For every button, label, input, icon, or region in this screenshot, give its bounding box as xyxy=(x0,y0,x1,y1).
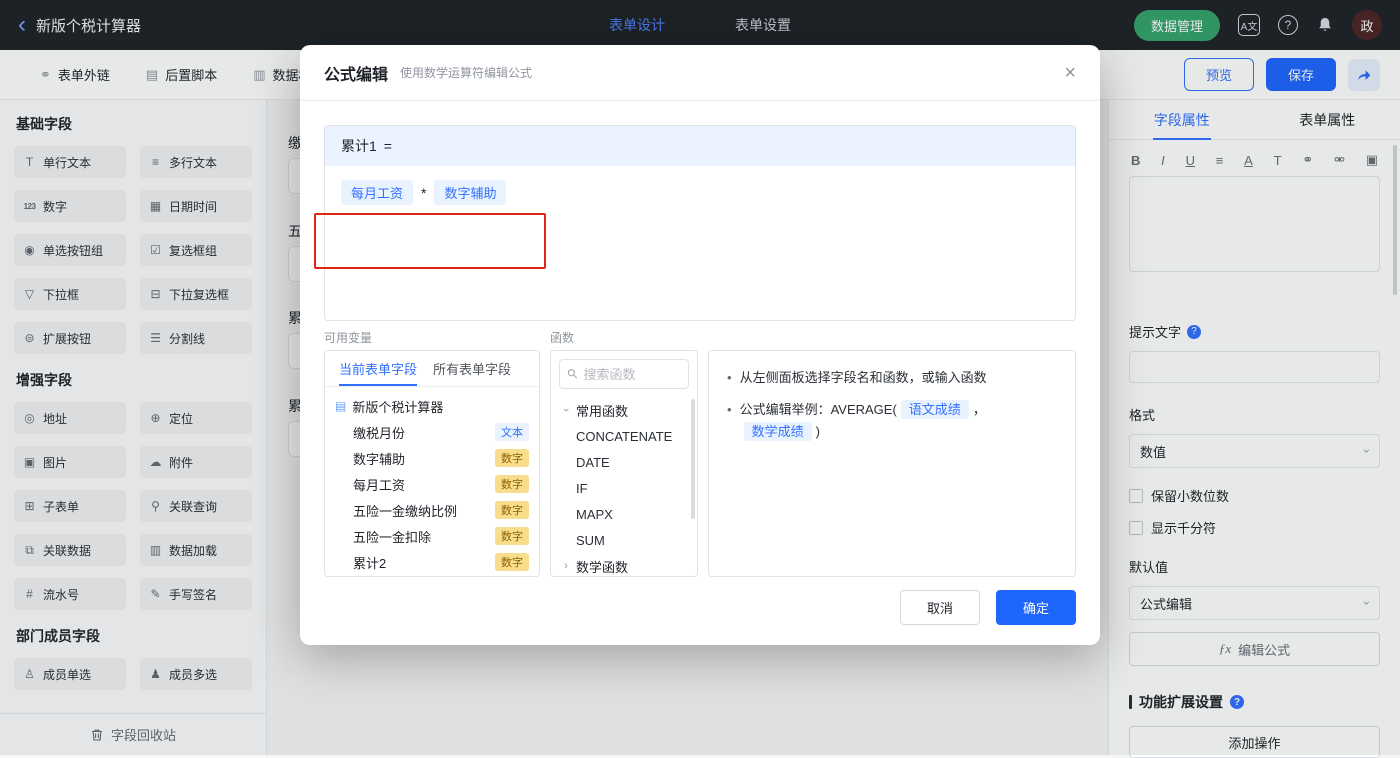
formula-equals: = xyxy=(384,138,392,154)
function-item-concatenate[interactable]: CONCATENATE xyxy=(551,423,697,449)
field-type-badge: 数字 xyxy=(495,527,529,545)
variables-column: 可用变量 当前表单字段 所有表单字段 ▤ 新版个税计算器 缴税月份文本 数字辅助… xyxy=(324,329,540,577)
function-group-math[interactable]: › 数学函数 xyxy=(551,553,697,577)
example-field-tag: 数学成绩 xyxy=(744,422,812,441)
function-group-label: 数学函数 xyxy=(576,557,628,576)
modal-subtitle: 使用数学运算符编辑公式 xyxy=(400,64,532,81)
help-example: 公式编辑举例：AVERAGE( 语文成绩 ， 数学成绩) xyxy=(740,399,1057,443)
variable-name: 五险一金扣除 xyxy=(353,527,489,546)
modal-footer: 取消 确定 xyxy=(900,590,1076,625)
function-item-mapx[interactable]: MAPX xyxy=(551,501,697,527)
help-column: • 从左侧面板选择字段名和函数，或输入函数 • 公式编辑举例：AVERAGE( 语… xyxy=(708,329,1076,577)
tab-current-form-fields[interactable]: 当前表单字段 xyxy=(331,351,425,386)
function-item-sum[interactable]: SUM xyxy=(551,527,697,553)
field-type-badge: 数字 xyxy=(495,501,529,519)
field-type-badge: 数字 xyxy=(495,449,529,467)
function-group-common[interactable]: › 常用函数 xyxy=(551,397,697,423)
chevron-down-icon: › xyxy=(560,405,572,415)
field-type-badge: 数字 xyxy=(495,475,529,493)
variable-row[interactable]: 五险一金扣除数字 xyxy=(325,523,539,549)
formula-editor-box[interactable]: 累计1 = 每月工资 * 数字辅助 xyxy=(324,125,1076,321)
form-doc-icon: ▤ xyxy=(335,399,346,413)
variables-tabs: 当前表单字段 所有表单字段 xyxy=(325,351,539,387)
modal-header: 公式编辑 使用数学运算符编辑公式 × xyxy=(300,45,1100,101)
example-field-tag: 语文成绩 xyxy=(901,400,969,419)
formula-field-tag[interactable]: 数字辅助 xyxy=(434,180,506,205)
variables-root[interactable]: ▤ 新版个税计算器 xyxy=(325,393,539,419)
formula-target: 累计1 xyxy=(341,136,377,156)
functions-section-label: 函数 xyxy=(550,329,698,344)
modal-title: 公式编辑 xyxy=(324,61,388,85)
confirm-button[interactable]: 确定 xyxy=(996,590,1076,625)
help-example-prefix: 公式编辑举例：AVERAGE( xyxy=(740,402,897,417)
help-line-2: • 公式编辑举例：AVERAGE( 语文成绩 ， 数学成绩) xyxy=(727,399,1057,443)
variable-name: 数字辅助 xyxy=(353,449,489,468)
modal-body: 累计1 = 每月工资 * 数字辅助 可用变量 当前表单字段 所有表单字段 xyxy=(300,101,1100,601)
variable-row[interactable]: 五险一金缴纳比例数字 xyxy=(325,497,539,523)
function-search-input[interactable] xyxy=(584,367,680,382)
variable-row[interactable]: 缴税月份文本 xyxy=(325,419,539,445)
variable-name: 每月工资 xyxy=(353,475,489,494)
tab-all-form-fields[interactable]: 所有表单字段 xyxy=(425,351,519,386)
chevron-right-icon: › xyxy=(561,560,571,572)
bullet-icon: • xyxy=(727,367,732,389)
variables-root-label: 新版个税计算器 xyxy=(352,397,443,416)
variable-row[interactable]: 数字辅助数字 xyxy=(325,445,539,471)
field-type-badge: 文本 xyxy=(495,423,529,441)
variables-tree: ▤ 新版个税计算器 缴税月份文本 数字辅助数字 每月工资数字 五险一金缴纳比例数… xyxy=(325,387,539,577)
function-item-date[interactable]: DATE xyxy=(551,449,697,475)
formula-editor-modal: 公式编辑 使用数学运算符编辑公式 × 累计1 = 每月工资 * 数字辅助 可用变… xyxy=(300,45,1100,645)
modal-columns: 可用变量 当前表单字段 所有表单字段 ▤ 新版个税计算器 缴税月份文本 数字辅助… xyxy=(324,329,1076,577)
help-spacer xyxy=(708,329,1076,344)
formula-operator: * xyxy=(421,185,426,201)
variable-name: 累计2 xyxy=(353,553,489,572)
help-example-separator: ， xyxy=(973,402,986,417)
functions-panel: ⚲ › 常用函数 CONCATENATE DATE IF MAPX SUM › … xyxy=(550,350,698,577)
help-panel: • 从左侧面板选择字段名和函数，或输入函数 • 公式编辑举例：AVERAGE( 语… xyxy=(708,350,1076,577)
close-icon[interactable]: × xyxy=(1064,63,1076,83)
search-icon: ⚲ xyxy=(564,365,582,383)
formula-field-tag[interactable]: 每月工资 xyxy=(341,180,413,205)
function-group-label: 常用函数 xyxy=(576,401,628,420)
variable-row[interactable]: 累计2 数字 xyxy=(325,549,539,575)
formula-target-row: 累计1 = xyxy=(325,126,1075,166)
function-search-box[interactable]: ⚲ xyxy=(559,359,689,389)
functions-scrollbar[interactable] xyxy=(691,399,695,519)
help-example-suffix: ) xyxy=(816,424,820,439)
function-item-if[interactable]: IF xyxy=(551,475,697,501)
variables-panel: 当前表单字段 所有表单字段 ▤ 新版个税计算器 缴税月份文本 数字辅助数字 每月… xyxy=(324,350,540,577)
variable-name: 缴税月份 xyxy=(353,423,489,442)
help-text: 从左侧面板选择字段名和函数，或输入函数 xyxy=(740,367,987,389)
help-line-1: • 从左侧面板选择字段名和函数，或输入函数 xyxy=(727,367,1057,389)
variable-name: 五险一金缴纳比例 xyxy=(353,501,489,520)
variables-section-label: 可用变量 xyxy=(324,329,540,344)
functions-column: 函数 ⚲ › 常用函数 CONCATENATE DATE IF MAPX SUM xyxy=(550,329,698,577)
variable-row[interactable]: 每月工资数字 xyxy=(325,471,539,497)
bullet-icon: • xyxy=(727,399,732,421)
cancel-button[interactable]: 取消 xyxy=(900,590,980,625)
field-type-badge: 数字 xyxy=(495,553,529,571)
formula-expression[interactable]: 每月工资 * 数字辅助 xyxy=(325,166,1075,219)
